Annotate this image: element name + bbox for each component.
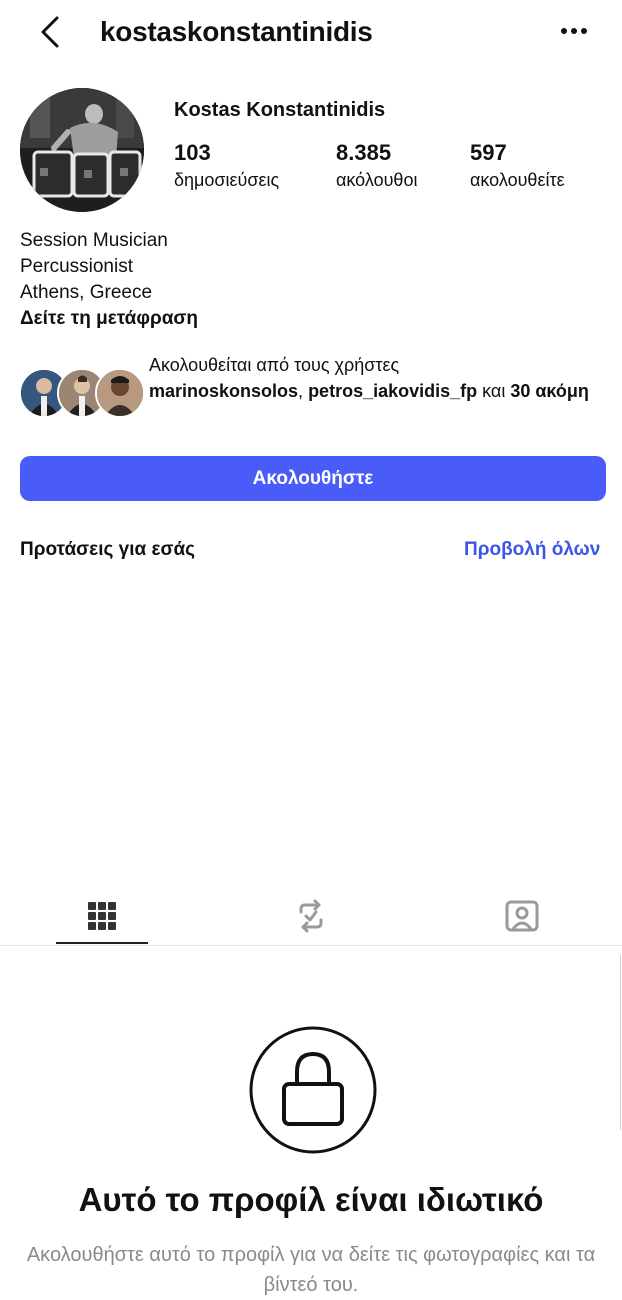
- active-tab-indicator: [56, 942, 148, 944]
- profile-full-name: Kostas Konstantinidis: [174, 99, 386, 121]
- mutual-followers-avatars[interactable]: [19, 368, 145, 418]
- private-account-title: Αυτό το προφίλ είναι ιδιωτικό: [78, 1181, 544, 1218]
- back-icon[interactable]: [38, 14, 64, 50]
- mutual-user-1[interactable]: marinoskonsolos: [149, 381, 298, 401]
- followers-label: ακόλουθοι: [336, 170, 418, 190]
- mutual-others-count[interactable]: 30 ακόμη: [510, 381, 589, 401]
- see-translation-link[interactable]: Δείτε τη μετάφραση: [20, 306, 198, 332]
- followed-by-text[interactable]: Ακολουθείται από τους χρήστες marinoskon…: [149, 352, 609, 404]
- bio-line: Session Musician: [20, 230, 168, 251]
- suggestions-title: Προτάσεις για εσάς: [20, 539, 196, 560]
- private-account-description: Ακολουθήστε αυτό το προφίλ για να δείτε …: [26, 1244, 596, 1296]
- tabs-divider: [0, 945, 622, 946]
- followed-by-conjunction: και: [477, 381, 511, 401]
- followed-by-separator: ,: [298, 381, 309, 401]
- bio-line: Athens, Greece: [20, 282, 153, 303]
- repost-icon[interactable]: [293, 898, 329, 934]
- followers-stat[interactable]: 8.385 ακόλουθοι: [336, 139, 417, 193]
- mutual-user-2[interactable]: petros_iakovidis_fp: [308, 381, 477, 401]
- more-options-icon[interactable]: [556, 24, 592, 38]
- posts-label: δημοσιεύσεις: [174, 170, 280, 190]
- bio-line: Percussionist: [20, 256, 133, 277]
- grid-icon[interactable]: [84, 898, 120, 934]
- followed-by-prefix: Ακολουθείται από τους χρήστες: [149, 355, 400, 375]
- scrollbar: [620, 955, 621, 1130]
- profile-bio: Session Musician Percussionist Athens, G…: [20, 228, 198, 332]
- posts-count-stat: 103 δημοσιεύσεις: [174, 139, 279, 193]
- following-stat[interactable]: 597 ακολουθείτε: [470, 139, 565, 193]
- tagged-person-icon[interactable]: [504, 898, 540, 934]
- followers-count: 8.385: [336, 140, 392, 165]
- follow-button[interactable]: Ακολουθήστε: [20, 456, 606, 501]
- following-count: 597: [470, 140, 507, 165]
- mutual-avatar: [95, 368, 145, 418]
- posts-count: 103: [174, 140, 211, 165]
- following-label: ακολουθείτε: [470, 170, 565, 190]
- see-all-suggestions-link[interactable]: Προβολή όλων: [464, 537, 600, 563]
- profile-avatar[interactable]: [20, 88, 144, 212]
- lock-icon: [249, 1026, 377, 1154]
- profile-username: kostaskonstantinidis: [100, 16, 373, 47]
